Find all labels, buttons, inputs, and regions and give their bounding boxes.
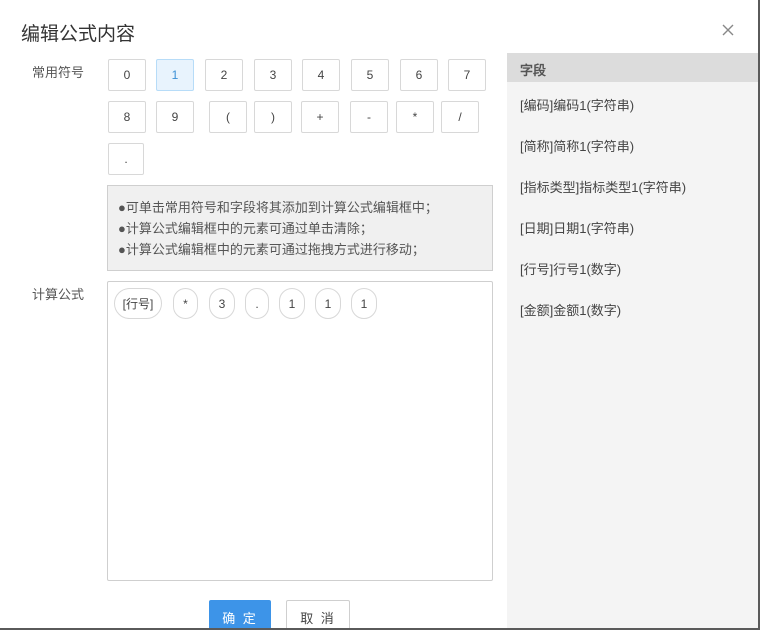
formula-token[interactable]: . <box>245 288 269 319</box>
formula-token[interactable]: 3 <box>209 288 235 319</box>
symbol-button-8[interactable]: 8 <box>108 101 146 133</box>
edit-formula-dialog: 编辑公式内容 常用符号 0 1 2 3 4 5 6 7 8 9 ( ) + - … <box>0 0 758 628</box>
cancel-button[interactable]: 取 消 <box>286 600 350 628</box>
symbol-button-0[interactable]: 0 <box>108 59 146 91</box>
formula-token[interactable]: * <box>173 288 198 319</box>
symbol-button-1[interactable]: 1 <box>156 59 194 91</box>
symbol-button-plus[interactable]: + <box>301 101 339 133</box>
field-item-amount[interactable]: [金额]金额1(数字) <box>520 300 621 319</box>
symbol-button-dot[interactable]: . <box>108 143 144 175</box>
symbol-button-minus[interactable]: - <box>350 101 388 133</box>
tip-text: ●可单击常用符号和字段将其添加到计算公式编辑框中； <box>118 200 438 215</box>
field-item-row-number[interactable]: [行号]行号1(数字) <box>520 259 621 278</box>
formula-token[interactable]: 1 <box>279 288 305 319</box>
symbols-label: 常用符号 <box>32 65 85 80</box>
field-item-indicator-type[interactable]: [指标类型]指标类型1(字符串) <box>520 177 686 196</box>
symbol-button-close-paren[interactable]: ) <box>254 101 292 133</box>
close-icon[interactable] <box>718 20 738 40</box>
symbol-button-7[interactable]: 7 <box>448 59 486 91</box>
symbol-button-4[interactable]: 4 <box>302 59 340 91</box>
tips-box: ●可单击常用符号和字段将其添加到计算公式编辑框中； ●计算公式编辑框中的元素可通… <box>107 185 493 271</box>
symbol-button-multiply[interactable]: * <box>396 101 434 133</box>
formula-token[interactable]: [行号] <box>114 288 162 319</box>
field-item-code[interactable]: [编码]编码1(字符串) <box>520 95 634 114</box>
symbol-button-9[interactable]: 9 <box>156 101 194 133</box>
symbol-button-2[interactable]: 2 <box>205 59 243 91</box>
tip-text: ●计算公式编辑框中的元素可通过单击清除； <box>118 221 373 236</box>
fields-header: 字段 <box>507 53 758 82</box>
symbol-button-divide[interactable]: / <box>441 101 479 133</box>
tip-text: ●计算公式编辑框中的元素可通过拖拽方式进行移动； <box>118 242 425 257</box>
symbol-button-3[interactable]: 3 <box>254 59 292 91</box>
formula-token[interactable]: 1 <box>351 288 377 319</box>
formula-token[interactable]: 1 <box>315 288 341 319</box>
symbol-button-5[interactable]: 5 <box>351 59 389 91</box>
field-item-date[interactable]: [日期]日期1(字符串) <box>520 218 634 237</box>
fields-panel: 字段 [编码]编码1(字符串) [简称]简称1(字符串) [指标类型]指标类型1… <box>507 53 758 628</box>
field-item-short-name[interactable]: [简称]简称1(字符串) <box>520 136 634 155</box>
symbol-button-6[interactable]: 6 <box>400 59 438 91</box>
symbol-button-open-paren[interactable]: ( <box>209 101 247 133</box>
dialog-title: 编辑公式内容 <box>21 24 136 45</box>
formula-label: 计算公式 <box>32 287 85 302</box>
confirm-button[interactable]: 确 定 <box>209 600 271 628</box>
formula-editor[interactable]: [行号] * 3 . 1 1 1 <box>107 281 493 581</box>
